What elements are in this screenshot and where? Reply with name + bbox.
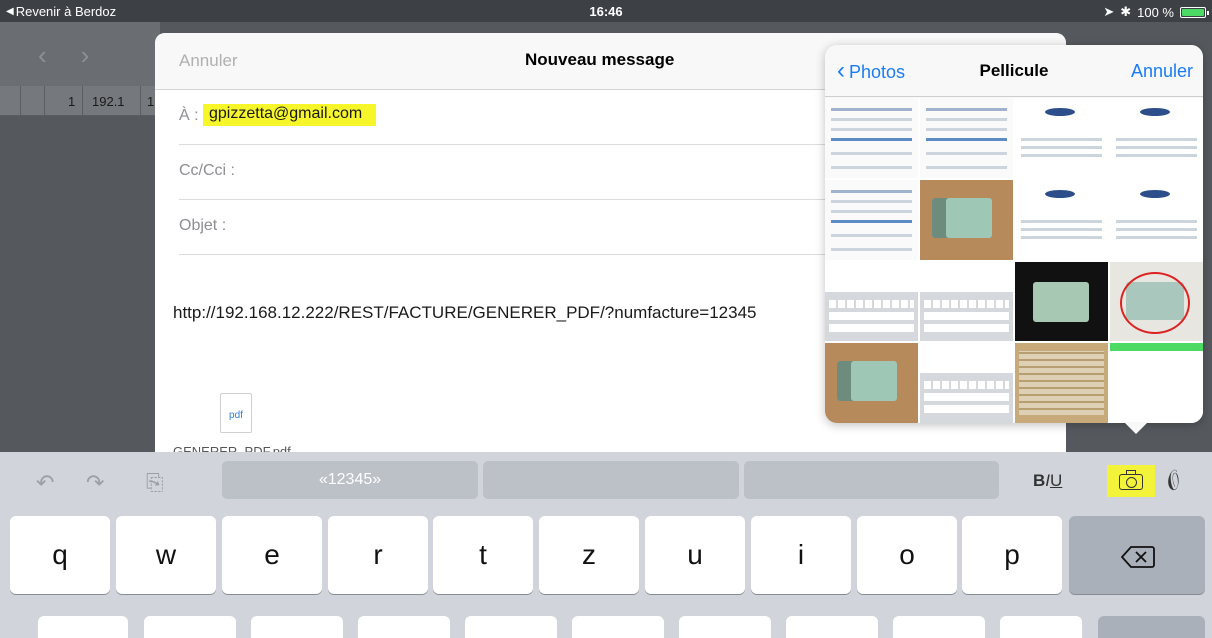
key-row2[interactable] [251,616,343,638]
suggestion-left[interactable]: «12345» [222,461,478,499]
key-row2[interactable] [358,616,450,638]
format-biu-button[interactable]: BIU [1033,471,1062,491]
photos-popover: ‹ Photos Pellicule Annuler [825,45,1203,423]
photo-thumbnail[interactable] [1015,98,1108,178]
battery-icon [1180,6,1209,18]
popover-arrow [1124,422,1148,434]
location-icon: ➤ [1103,4,1115,19]
key-row2[interactable] [572,616,664,638]
photo-thumbnail[interactable] [1110,343,1203,423]
key-u[interactable]: u [645,516,745,594]
return-key[interactable] [1098,616,1205,638]
underline-glyph: U [1050,471,1063,490]
photo-thumbnail[interactable] [1110,261,1203,342]
to-recipient[interactable]: gpizzetta@gmail.com [203,104,377,126]
cc-label: Cc/Cci : [179,162,235,179]
suggestion-right[interactable] [744,461,999,499]
undo-icon[interactable]: ↶ [36,472,54,494]
photo-thumbnail[interactable] [920,343,1013,423]
status-indicators: ➤ ✱ 100 % [1103,4,1209,20]
key-t[interactable]: t [433,516,533,594]
background-table-row: 1 192.1 1 [0,86,160,116]
nav-arrows-icon: ‹› [38,40,124,70]
photo-grid [825,98,1203,423]
compose-cancel-button[interactable]: Annuler [179,51,238,71]
key-w[interactable]: w [116,516,216,594]
suggestion-middle[interactable] [483,461,739,499]
background-cell: 1 [68,94,76,109]
photo-thumbnail[interactable] [1110,98,1203,178]
paperclip-icon[interactable]: 𝒪 [1159,466,1187,498]
keyboard-shortcut-bar: ↶ ↷ ⎘ «12345» BIU 𝒪 [0,452,1212,512]
keyboard: q w e r t z u i o p [0,512,1212,638]
popover-cancel-button[interactable]: Annuler [1131,61,1193,82]
popover-header: ‹ Photos Pellicule Annuler [825,45,1203,97]
redo-icon[interactable]: ↷ [86,472,104,494]
key-row2[interactable] [465,616,557,638]
key-p[interactable]: p [962,516,1062,594]
background-cell: 192.1 [92,94,125,109]
message-body-url[interactable]: http://192.168.12.222/REST/FACTURE/GENER… [173,303,757,323]
compose-title: Nouveau message [525,50,675,69]
camera-button[interactable] [1107,465,1155,497]
paste-icon[interactable]: ⎘ [146,472,164,494]
key-row2[interactable] [679,616,771,638]
pdf-attachment-icon[interactable]: pdf [220,393,252,433]
to-label: À : [179,107,199,124]
backspace-icon [1120,544,1155,568]
photo-thumbnail[interactable] [920,179,1013,260]
photo-thumbnail[interactable] [1015,179,1108,260]
background-nav: ‹› [0,22,160,86]
photo-thumbnail[interactable] [825,179,918,260]
suggestion-text: «12345» [318,471,382,488]
photo-thumbnail[interactable] [920,261,1013,342]
subject-label: Objet : [179,217,227,234]
background-cell: 1 [147,94,155,109]
key-row2[interactable] [144,616,236,638]
photo-thumbnail[interactable] [1015,343,1108,423]
clock: 16:46 [589,4,623,19]
key-e[interactable]: e [222,516,322,594]
key-i[interactable]: i [751,516,851,594]
photo-thumbnail[interactable] [920,98,1013,178]
key-row2[interactable] [786,616,878,638]
photo-thumbnail[interactable] [1015,261,1108,342]
pdf-icon-label: pdf [229,410,243,421]
key-o[interactable]: o [857,516,957,594]
key-row2[interactable] [1000,616,1082,638]
status-bar: ◀ Revenir à Berdoz 16:46 ➤ ✱ 100 % [0,0,1212,22]
bluetooth-icon: ✱ [1120,4,1132,19]
photo-thumbnail[interactable] [825,261,918,342]
camera-icon [1119,470,1143,490]
bold-glyph: B [1033,471,1046,490]
key-z[interactable]: z [539,516,639,594]
photo-thumbnail[interactable] [825,98,918,178]
key-r[interactable]: r [328,516,428,594]
photo-thumbnail[interactable] [1110,179,1203,260]
battery-percent: 100 % [1137,4,1174,20]
key-q[interactable]: q [10,516,110,594]
photo-thumbnail[interactable] [825,343,918,423]
backspace-key[interactable] [1069,516,1205,594]
key-row2[interactable] [38,616,128,638]
key-row2[interactable] [893,616,985,638]
